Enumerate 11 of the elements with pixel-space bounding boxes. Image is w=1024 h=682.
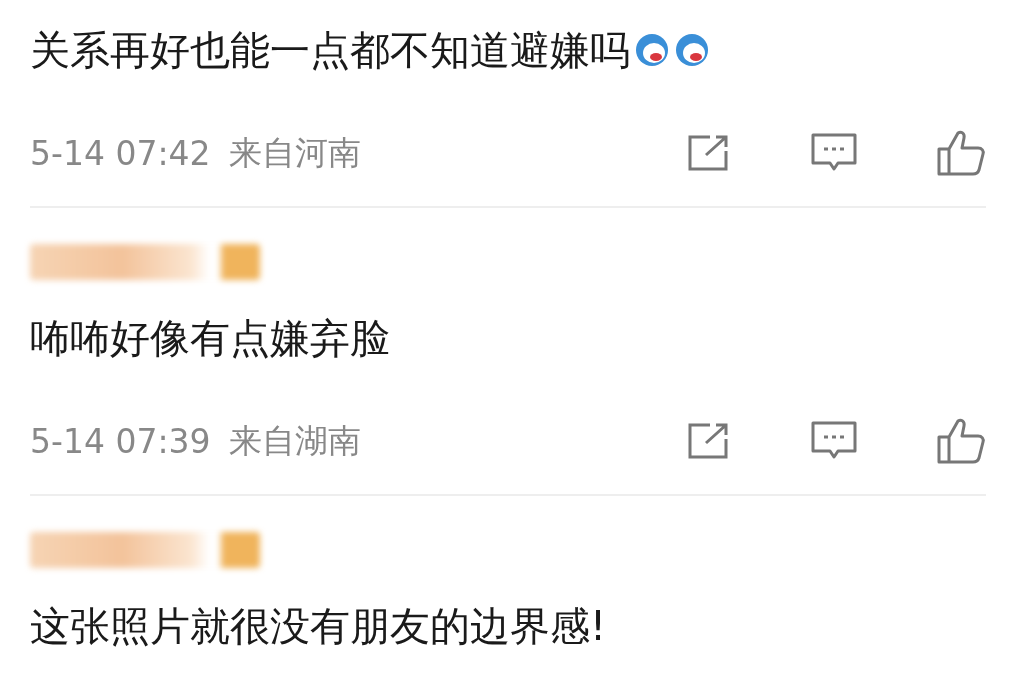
comment-location: 来自湖南 (228, 419, 361, 462)
comment-text: 咘咘好像有点嫌弃脸 (30, 314, 390, 363)
comment-time: 5-14 07:42 (30, 133, 211, 173)
thumbs-up-icon[interactable] (936, 129, 986, 177)
emoji-icon (674, 32, 710, 68)
comment-location: 来自河南 (228, 131, 361, 174)
thumbs-up-icon[interactable] (936, 417, 986, 465)
comment-time: 5-14 07:39 (30, 421, 211, 461)
emoji-icon (634, 32, 670, 68)
comment-text: 关系再好也能一点都不知道避嫌吗 (30, 26, 630, 75)
comment-text: 这张照片就很没有朋友的边界感! (30, 602, 607, 651)
